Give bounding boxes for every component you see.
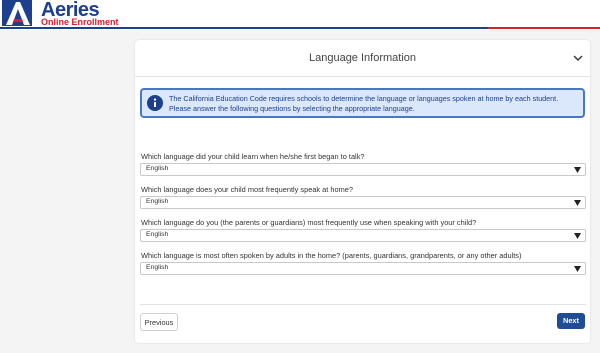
language-select[interactable]: English xyxy=(140,163,586,176)
next-button[interactable]: Next xyxy=(557,313,585,329)
language-select[interactable]: English xyxy=(140,229,586,242)
question-label: Which language do you (the parents or gu… xyxy=(141,218,477,227)
app-header: Aeries Online Enrollment xyxy=(0,0,600,30)
aeries-logo-icon xyxy=(2,0,32,26)
header-divider-red xyxy=(488,27,600,29)
info-callout: The California Education Code requires s… xyxy=(140,88,585,118)
footer-divider xyxy=(140,304,586,305)
question-label: Which language is most often spoken by a… xyxy=(141,251,522,260)
select-value: English xyxy=(146,165,169,172)
select-value: English xyxy=(146,198,169,205)
select-value: English xyxy=(146,231,169,238)
language-information-card: Language Information The California Educ… xyxy=(135,40,590,343)
question-label: Which language did your child learn when… xyxy=(141,152,365,161)
header-divider-blue xyxy=(0,27,488,29)
question-label: Which language does your child most freq… xyxy=(141,185,353,194)
select-value: English xyxy=(146,264,169,271)
language-select[interactable]: English xyxy=(140,262,586,275)
info-circle-icon xyxy=(147,95,163,111)
section-title: Language Information xyxy=(308,52,417,64)
previous-button[interactable]: Previous xyxy=(140,313,178,331)
info-text: The California Education Code requires s… xyxy=(169,94,559,113)
language-select[interactable]: English xyxy=(140,196,586,209)
brand-subtitle: Online Enrollment xyxy=(41,17,119,27)
dropdown-arrow-icon xyxy=(574,167,581,173)
dropdown-arrow-icon xyxy=(574,266,581,272)
dropdown-arrow-icon xyxy=(574,233,581,239)
title-divider xyxy=(135,76,590,77)
chevron-down-icon[interactable] xyxy=(572,53,584,63)
dropdown-arrow-icon xyxy=(574,200,581,206)
